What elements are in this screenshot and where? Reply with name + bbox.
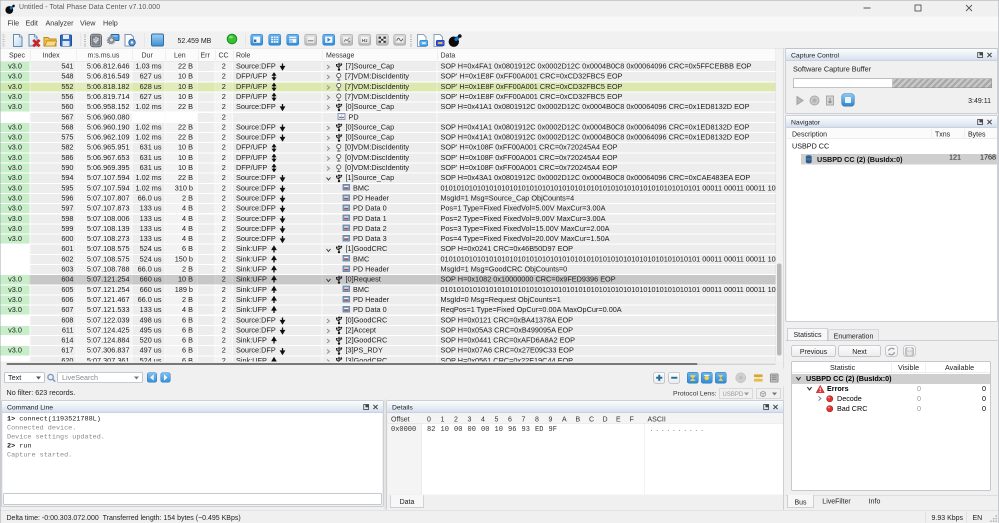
svg-text:Hz: Hz [362,38,369,44]
